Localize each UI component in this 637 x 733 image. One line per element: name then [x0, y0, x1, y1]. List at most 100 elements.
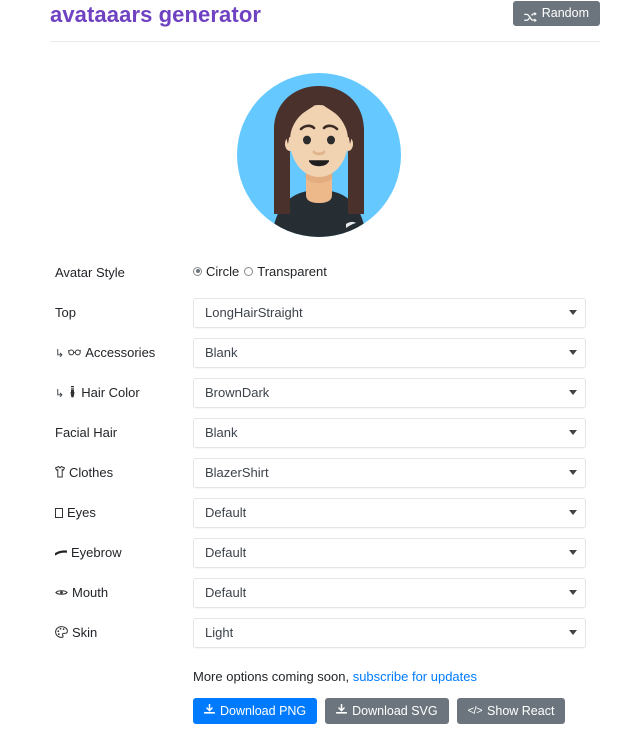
- paint-brush-icon: [68, 385, 77, 401]
- form-row-avatar-style: Avatar Style Circle Transparent: [0, 262, 637, 302]
- avatar-eye-right: [326, 135, 335, 145]
- control-facial-hair: Blank: [193, 418, 586, 448]
- label-text: Skin: [72, 625, 98, 640]
- control-clothes: BlazerShirt: [193, 458, 586, 488]
- control-skin: Light: [193, 618, 586, 648]
- select-accessories-value: Blank: [205, 345, 238, 360]
- label-text: Hair Color: [81, 385, 140, 400]
- radio-transparent-label: Transparent: [257, 263, 327, 279]
- chevron-down-icon: [569, 510, 577, 515]
- chevron-down-icon: [569, 390, 577, 395]
- random-button-label: Random: [541, 6, 589, 20]
- label-facial-hair: Facial Hair: [55, 422, 117, 444]
- select-top[interactable]: LongHairStraight: [193, 298, 586, 328]
- select-hair-color-value: BrownDark: [205, 385, 270, 400]
- form-row-eyes: Eyes Default: [0, 498, 637, 542]
- label-avatar-style: Avatar Style: [55, 262, 125, 284]
- select-skin[interactable]: Light: [193, 618, 586, 648]
- control-hair-color: BrownDark: [193, 378, 586, 408]
- show-react-button[interactable]: </> Show React: [456, 698, 566, 724]
- page-title: avataaars generator: [50, 2, 262, 27]
- form-row-mouth: Mouth Default: [0, 578, 637, 622]
- label-eyes: Eyes: [55, 502, 96, 524]
- label-text: Facial Hair: [55, 425, 118, 440]
- control-top: LongHairStraight: [193, 298, 586, 328]
- label-text: Eyebrow: [71, 545, 122, 560]
- label-text: Eyes: [67, 505, 96, 520]
- avatar-preview: [0, 58, 637, 253]
- chevron-down-icon: [569, 310, 577, 315]
- select-accessories[interactable]: Blank: [193, 338, 586, 368]
- control-mouth: Default: [193, 578, 586, 608]
- subscribe-link[interactable]: subscribe for updates: [353, 669, 477, 684]
- download-icon: [336, 703, 348, 718]
- download-svg-label: Download SVG: [352, 704, 438, 718]
- label-text: Accessories: [85, 345, 156, 360]
- action-button-row: Download PNG Download SVG </> Show React: [193, 698, 566, 724]
- control-avatar-style: Circle Transparent: [193, 258, 586, 280]
- download-icon: [203, 703, 216, 718]
- form-row-hair-color: ↳ Hair Color BrownDark: [0, 378, 637, 422]
- chevron-down-icon: [569, 350, 577, 355]
- nesting-arrow-icon: ↳: [55, 348, 65, 360]
- select-facial-hair-value: Blank: [205, 425, 238, 440]
- radio-transparent[interactable]: Transparent: [244, 264, 327, 279]
- select-mouth[interactable]: Default: [193, 578, 586, 608]
- show-react-label: Show React: [487, 704, 555, 718]
- form-row-clothes: Clothes BlazerShirt: [0, 458, 637, 502]
- palette-icon: [55, 625, 68, 641]
- select-top-value: LongHairStraight: [205, 305, 303, 320]
- radio-circle-label: Circle: [206, 263, 240, 279]
- label-accessories: ↳ Accessories: [55, 342, 155, 364]
- mouth-icon: [55, 588, 68, 599]
- label-eyebrow: Eyebrow: [54, 542, 122, 564]
- form-row-facial-hair: Facial Hair Blank: [0, 418, 637, 462]
- avatar-image: [236, 73, 401, 237]
- form-row-eyebrow: Eyebrow Default: [0, 538, 637, 582]
- download-png-label: Download PNG: [220, 704, 307, 718]
- label-text: Clothes: [69, 465, 114, 480]
- download-svg-button[interactable]: Download SVG: [325, 698, 449, 724]
- label-clothes: Clothes: [54, 462, 114, 484]
- select-mouth-value: Default: [205, 585, 247, 600]
- control-accessories: Blank: [193, 338, 586, 368]
- eyebrow-dash-icon: [54, 548, 68, 559]
- chevron-down-icon: [569, 550, 577, 555]
- select-skin-value: Light: [205, 625, 234, 640]
- chevron-down-icon: [569, 470, 577, 475]
- avataaars-generator-page: avataaars generator Random Avatar Style …: [0, 0, 637, 733]
- page-header: avataaars generator Random: [0, 0, 637, 42]
- label-text: Mouth: [72, 585, 109, 600]
- select-eyebrow[interactable]: Default: [193, 538, 586, 568]
- select-eyebrow-value: Default: [205, 545, 247, 560]
- select-facial-hair[interactable]: Blank: [193, 418, 586, 448]
- radio-transparent-dot[interactable]: [244, 266, 254, 276]
- label-skin: Skin: [55, 622, 97, 644]
- label-top: Top: [55, 302, 76, 324]
- select-hair-color[interactable]: BrownDark: [193, 378, 586, 408]
- form-row-top: Top LongHairStraight: [0, 298, 637, 342]
- radio-circle[interactable]: Circle: [193, 264, 239, 279]
- select-eyes-value: Default: [205, 505, 247, 520]
- select-eyes[interactable]: Default: [193, 498, 586, 528]
- tshirt-icon: [54, 465, 66, 481]
- header-divider: [50, 41, 600, 42]
- code-icon: </>: [467, 704, 483, 717]
- options-form: Avatar Style Circle Transparent Top Long…: [0, 262, 637, 662]
- random-button[interactable]: Random: [512, 1, 600, 26]
- footer-note: More options coming soon, subscribe for …: [193, 669, 477, 684]
- control-eyebrow: Default: [193, 538, 586, 568]
- box-glyph-icon: [55, 508, 63, 518]
- shuffle-icon: [523, 8, 537, 23]
- avatar-eye-left: [302, 135, 311, 145]
- select-clothes[interactable]: BlazerShirt: [193, 458, 586, 488]
- download-png-button[interactable]: Download PNG: [193, 698, 318, 724]
- control-eyes: Default: [193, 498, 586, 528]
- footer-note-text: More options coming soon,: [193, 669, 353, 684]
- select-clothes-value: BlazerShirt: [205, 465, 269, 480]
- label-text: Avatar Style: [55, 265, 125, 280]
- nesting-arrow-icon: ↳: [55, 388, 65, 400]
- radio-circle-dot[interactable]: [193, 266, 202, 276]
- label-text: Top: [55, 305, 76, 320]
- chevron-down-icon: [569, 630, 577, 635]
